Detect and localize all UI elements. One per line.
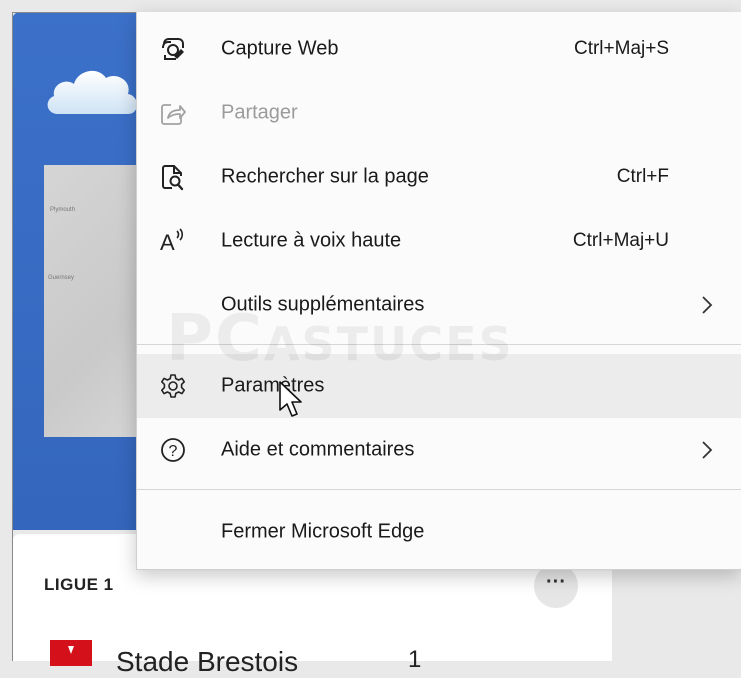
menu-separator: [137, 489, 741, 490]
sports-card-title: LIGUE 1: [44, 575, 114, 594]
menu-item-label: Lecture à voix haute: [221, 229, 402, 252]
menu-item-label: Outils supplémentaires: [221, 293, 425, 316]
team-name: Stade Brestois: [116, 646, 299, 677]
web-capture-icon: [162, 38, 184, 60]
team-score: 1: [408, 646, 422, 673]
menu-item-shortcut: Ctrl+Maj+U: [572, 230, 669, 251]
menu-item-more-tools[interactable]: Outils supplémentaires: [137, 273, 741, 337]
read-aloud-icon: A: [160, 228, 184, 255]
menu-item-label: Rechercher sur la page: [221, 165, 429, 188]
read-aloud-glyph: A: [160, 230, 175, 255]
menu-item-read-aloud[interactable]: A Lecture à voix haute Ctrl+Maj+U: [137, 209, 741, 273]
menu-item-shortcut: Ctrl+Maj+S: [573, 38, 669, 59]
menu-item-label: Partager: [221, 101, 298, 124]
menu-item-label: Paramètres: [221, 374, 325, 397]
menu-item-find-on-page[interactable]: Rechercher sur la page Ctrl+F: [137, 145, 741, 209]
more-options-button[interactable]: ···: [534, 564, 578, 608]
mouse-cursor-icon: [279, 381, 302, 417]
help-glyph: ?: [169, 443, 178, 460]
menu-item-settings[interactable]: Paramètres: [137, 354, 741, 418]
team-logo: [50, 640, 92, 666]
chevron-right-icon: [702, 296, 713, 314]
help-icon: ?: [161, 438, 185, 462]
gear-icon: [161, 374, 185, 398]
menu-item-web-capture[interactable]: Capture Web Ctrl+Maj+S: [137, 17, 741, 81]
cloud-icon: [47, 70, 138, 114]
menu-item-help-feedback[interactable]: ? Aide et commentaires: [137, 418, 741, 482]
browser-settings-menu: Capture Web Ctrl+Maj+S Partager Recherch…: [136, 12, 741, 570]
menu-item-share[interactable]: Partager: [137, 81, 741, 145]
menu-item-label: Capture Web: [221, 37, 339, 60]
menu-item-label: Fermer Microsoft Edge: [221, 520, 425, 543]
menu-separator: [137, 344, 741, 345]
share-icon: [161, 104, 186, 125]
chevron-right-icon: [702, 441, 713, 459]
menu-item-close-edge[interactable]: Fermer Microsoft Edge: [137, 500, 741, 564]
menu-item-label: Aide et commentaires: [221, 438, 415, 461]
map-place-label: Guernsey: [48, 275, 75, 281]
find-on-page-icon: [162, 165, 184, 191]
map-place-label: Plymouth: [50, 207, 76, 213]
menu-item-shortcut: Ctrl+F: [616, 166, 669, 187]
